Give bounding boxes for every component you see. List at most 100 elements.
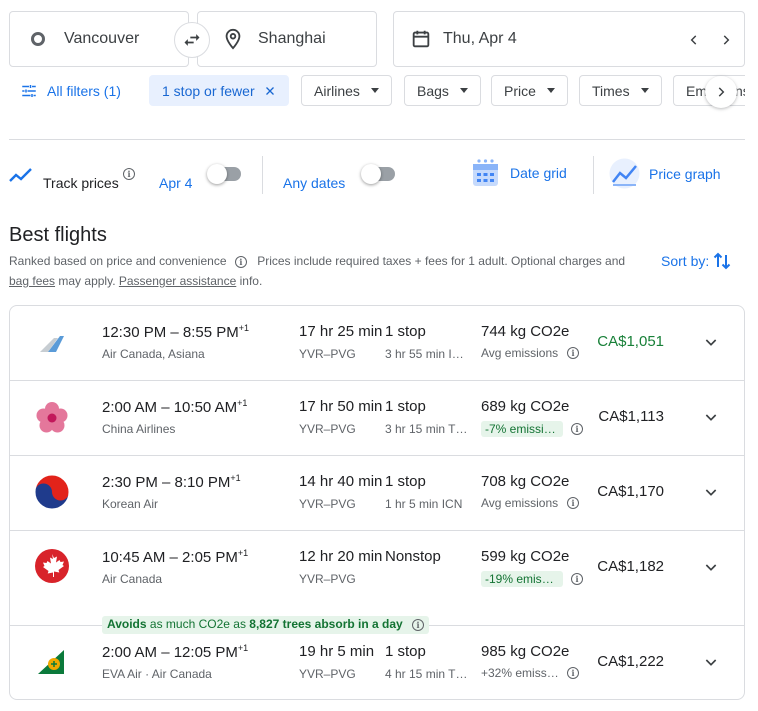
emissions-note: Avg emissions i (481, 346, 579, 360)
flight-row[interactable]: 12:30 PM – 8:55 PM+1 Air Canada, Asiana … (10, 306, 744, 381)
flight-row[interactable]: 2:00 AM – 12:05 PM+1 EVA Air · Air Canad… (10, 626, 744, 700)
flight-times: 2:30 PM – 8:10 PM+1 (102, 473, 241, 491)
ranking-note: Ranked based on price and convenience i … (9, 251, 639, 291)
emissions-note: +32% emissionsi (481, 666, 579, 680)
stops-count: 1 stop (385, 323, 426, 340)
previous-date-button[interactable] (682, 28, 706, 52)
flight-times: 12:30 PM – 8:55 PM+1 (102, 323, 250, 341)
origin-circle-icon (31, 32, 45, 46)
sort-by-button[interactable]: Sort by: (661, 251, 731, 271)
flight-route: YVR–PVG (299, 497, 356, 511)
next-date-button[interactable] (714, 28, 738, 52)
any-dates-label: Any dates (283, 175, 346, 191)
toggle-knob (361, 164, 381, 184)
swap-arrows-icon (184, 34, 200, 46)
info-icon[interactable]: i (571, 423, 583, 435)
flight-times: 2:00 AM – 12:05 PM+1 (102, 643, 249, 661)
scroll-filters-right-button[interactable] (705, 76, 737, 108)
chevron-down-icon (705, 414, 717, 421)
bags-filter-chip[interactable]: Bags (404, 75, 481, 106)
sort-arrows-icon (714, 252, 731, 270)
co2-emissions: 744 kg CO2e (481, 323, 570, 340)
expand-details-button[interactable] (699, 330, 723, 354)
expand-details-button[interactable] (699, 555, 723, 579)
info-icon[interactable]: i (234, 256, 247, 268)
stops-filter-label: 1 stop or fewer (162, 82, 255, 99)
flight-price: CA$1,182 (597, 558, 664, 575)
flight-row[interactable]: 2:30 PM – 8:10 PM+1 Korean Air 14 hr 40 … (10, 456, 744, 531)
stops-count: 1 stop (385, 643, 426, 660)
price-filter-label: Price (504, 82, 536, 99)
layover-info: 3 hr 55 min ICN (385, 347, 469, 361)
stops-count: Nonstop (385, 548, 441, 565)
price-graph-button[interactable]: Price graph (609, 158, 721, 189)
filter-sliders-icon (22, 85, 36, 97)
track-prices-toggle[interactable] (207, 164, 243, 184)
date-text: Thu, Apr 4 (443, 30, 517, 47)
destination-text: Shanghai (258, 30, 326, 47)
chevron-down-icon (705, 489, 717, 496)
flight-duration: 17 hr 25 min (299, 323, 383, 340)
chevron-right-icon (718, 87, 725, 97)
any-dates-toggle[interactable] (361, 164, 397, 184)
chevron-down-icon (705, 564, 717, 571)
airlines-filter-chip[interactable]: Airlines (301, 75, 392, 106)
info-icon[interactable]: i (567, 347, 579, 359)
times-filter-label: Times (592, 82, 630, 99)
date-grid-icon (473, 159, 498, 186)
airlines-filter-label: Airlines (314, 82, 360, 99)
all-filters-button[interactable]: All filters (1) (20, 82, 121, 100)
calendar-icon (412, 30, 430, 48)
toggle-knob (207, 164, 227, 184)
airline-name: Air Canada, Asiana (102, 347, 205, 361)
airline-name: Air Canada (102, 572, 163, 586)
air-canada-asiana-logo-icon (40, 336, 64, 352)
co2-emissions: 985 kg CO2e (481, 643, 570, 660)
expand-details-button[interactable] (699, 650, 723, 674)
origin-field[interactable]: Vancouver (9, 11, 189, 67)
korean-air-taegeuk-logo-icon (34, 474, 70, 510)
best-flights-heading: Best flights (9, 224, 107, 246)
flight-price: CA$1,222 (597, 653, 664, 670)
location-pin-icon (225, 28, 241, 50)
destination-field[interactable]: Shanghai (197, 11, 377, 67)
co2-emissions: 689 kg CO2e (481, 398, 570, 415)
bag-fees-link[interactable]: bag fees (9, 274, 55, 288)
flight-times: 2:00 AM – 10:50 AM+1 (102, 398, 248, 416)
layover-info: 1 hr 5 min ICN (385, 497, 463, 511)
flight-route: YVR–PVG (299, 572, 356, 586)
expand-details-button[interactable] (699, 405, 723, 429)
chevron-right-icon (723, 35, 730, 45)
stops-filter-chip[interactable]: 1 stop or fewer (149, 75, 289, 106)
price-graph-label: Price graph (649, 165, 721, 182)
info-icon[interactable]: i (567, 497, 579, 509)
may-apply-text: may apply. (58, 274, 116, 288)
track-date-label: Apr 4 (159, 175, 193, 191)
taxes-text: Prices include required taxes + fees for… (257, 254, 626, 268)
flight-row[interactable]: 10:45 AM – 2:05 PM+1 Air Canada 12 hr 20… (10, 531, 744, 634)
flight-route: YVR–PVG (299, 347, 356, 361)
passenger-assistance-link[interactable]: Passenger assistance (119, 274, 236, 288)
swap-button[interactable] (174, 22, 210, 58)
times-filter-chip[interactable]: Times (579, 75, 662, 106)
price-filter-chip[interactable]: Price (491, 75, 568, 106)
close-icon[interactable] (264, 85, 276, 97)
co2-emissions: 708 kg CO2e (481, 473, 570, 490)
price-graph-icon (609, 158, 640, 189)
flight-duration: 17 hr 50 min (299, 398, 383, 415)
info-icon[interactable]: i (567, 667, 579, 679)
ranked-text: Ranked based on price and convenience (9, 254, 227, 268)
chevron-down-icon (705, 659, 717, 666)
expand-details-button[interactable] (699, 480, 723, 504)
airline-name: China Airlines (102, 422, 176, 436)
sort-by-label: Sort by: (661, 253, 710, 269)
airline-name: Korean Air (102, 497, 159, 511)
info-icon[interactable]: i (571, 573, 583, 585)
date-grid-button[interactable]: Date grid (472, 158, 567, 188)
info-icon[interactable]: i (123, 168, 135, 180)
departure-date-field[interactable]: Thu, Apr 4 (393, 11, 745, 67)
origin-text: Vancouver (64, 30, 140, 47)
flight-row[interactable]: 2:00 AM – 10:50 AM+1 China Airlines 17 h… (10, 381, 744, 456)
flight-price: CA$1,170 (597, 483, 664, 500)
tool-separator (262, 156, 263, 194)
